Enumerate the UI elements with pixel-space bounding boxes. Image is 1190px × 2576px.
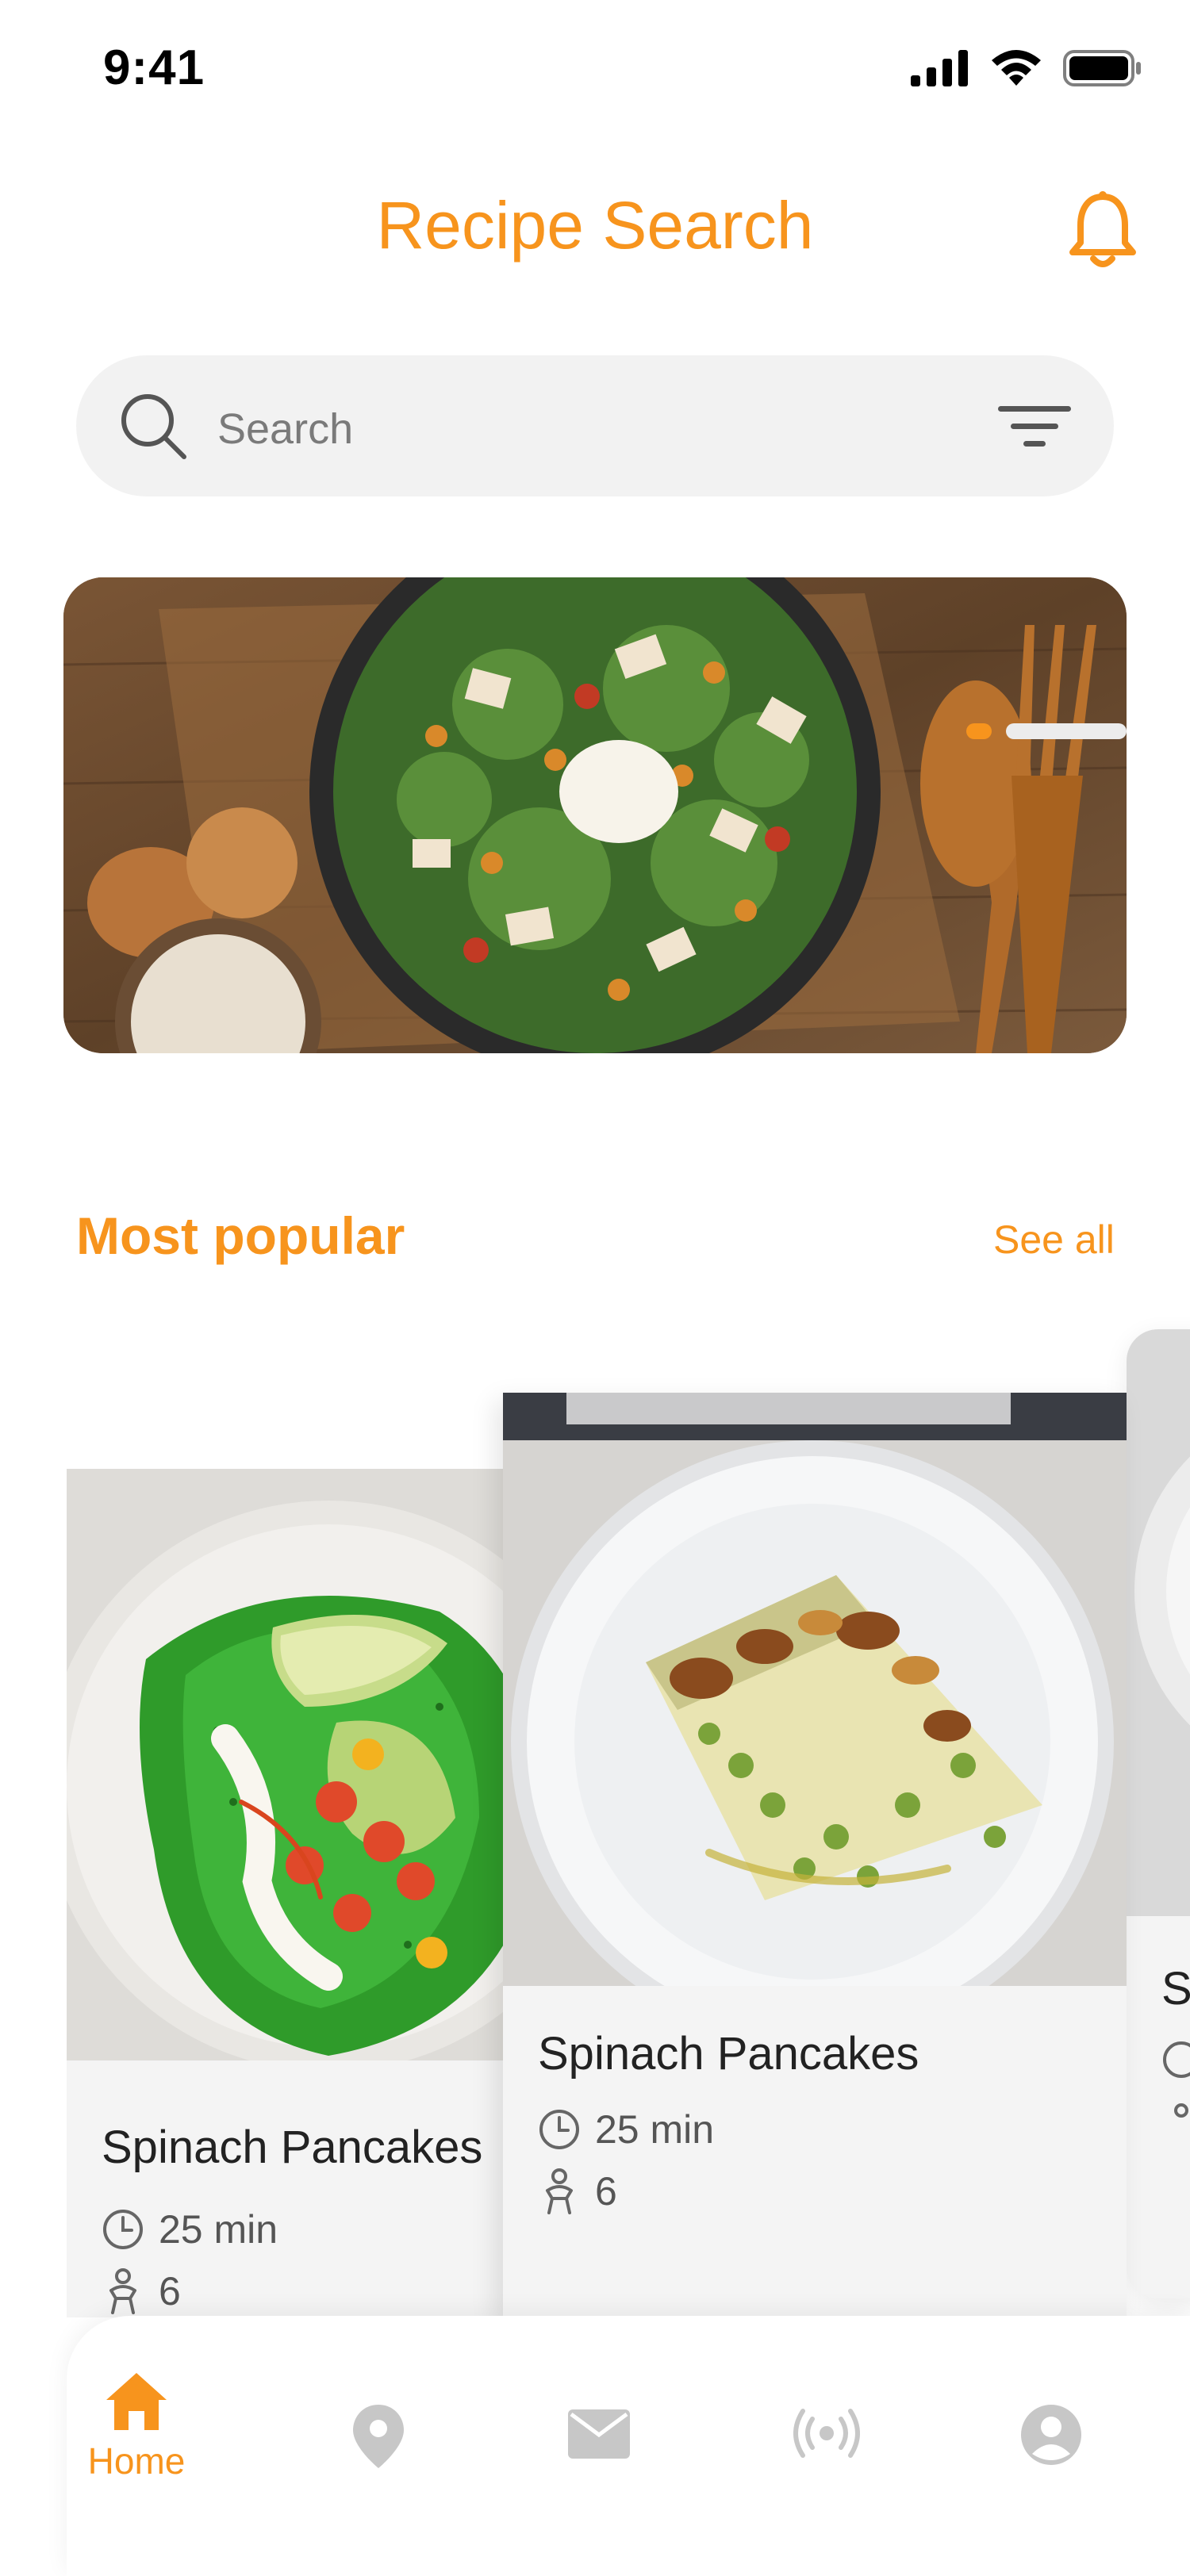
- location-icon: [353, 2405, 404, 2468]
- nav-location[interactable]: [335, 2403, 422, 2470]
- clock-icon: [1163, 2041, 1190, 2078]
- recipe-servings: 6: [538, 2168, 617, 2214]
- home-icon: [106, 2373, 167, 2430]
- clock-icon: [103, 2210, 143, 2249]
- recipe-image: [1127, 1329, 1190, 1916]
- recipe-card[interactable]: S: [1127, 1329, 1190, 2298]
- search-icon: [121, 394, 186, 459]
- recipe-card[interactable]: Spinach Pancakes 25 min 6: [503, 1393, 1127, 2317]
- battery-icon: [1063, 50, 1141, 86]
- recipe-servings: 6: [102, 2268, 181, 2314]
- recipe-title: Spinach Pancakes: [538, 2028, 919, 2080]
- recipe-card[interactable]: Spinach Pancakes 25 min 6: [67, 1469, 519, 2317]
- nav-live[interactable]: [779, 2408, 874, 2459]
- carousel-dot[interactable]: [1006, 723, 1127, 739]
- servings-icon: [546, 2168, 573, 2214]
- clock-icon: [539, 2110, 579, 2149]
- recipe-image-spinach-gratin: [503, 1393, 1127, 1986]
- recipe-time-value: 25 min: [159, 2207, 278, 2252]
- bell-icon[interactable]: [1066, 190, 1139, 270]
- recipe-servings-value: 6: [595, 2169, 617, 2214]
- recipe-time: 25 min: [102, 2206, 278, 2252]
- recipe-time: 25 min: [538, 2106, 714, 2152]
- nav-messages[interactable]: [555, 2409, 643, 2459]
- servings-icon: [109, 2268, 136, 2314]
- nav-profile[interactable]: [1008, 2403, 1095, 2467]
- recipe-image-spinach-crepe: [67, 1469, 519, 2060]
- profile-icon: [1021, 2405, 1081, 2465]
- see-all-link[interactable]: See all: [993, 1217, 1115, 1263]
- hero-banner[interactable]: [63, 577, 1127, 1053]
- bottom-nav: Home: [67, 2316, 1190, 2576]
- broadcast-icon: [793, 2409, 860, 2458]
- nav-home[interactable]: Home: [67, 2371, 206, 2482]
- wifi-icon: [992, 50, 1041, 86]
- filter-icon[interactable]: [998, 404, 1071, 449]
- status-icons: [911, 49, 1142, 87]
- servings-icon: [1174, 2103, 1188, 2118]
- search-input[interactable]: [216, 397, 933, 462]
- recipe-servings-value: 6: [159, 2269, 181, 2313]
- page-title: Recipe Search: [376, 188, 814, 263]
- recipe-title: Spinach Pancakes: [102, 2122, 483, 2173]
- carousel-dot-active[interactable]: [966, 723, 992, 739]
- nav-home-label: Home: [87, 2440, 186, 2482]
- recipe-time-value: 25 min: [595, 2107, 715, 2152]
- section-title: Most popular: [76, 1206, 405, 1265]
- mail-icon: [568, 2409, 630, 2459]
- status-time: 9:41: [103, 40, 205, 95]
- signal-icon: [911, 50, 968, 86]
- hero-salad-image: [63, 577, 1127, 1053]
